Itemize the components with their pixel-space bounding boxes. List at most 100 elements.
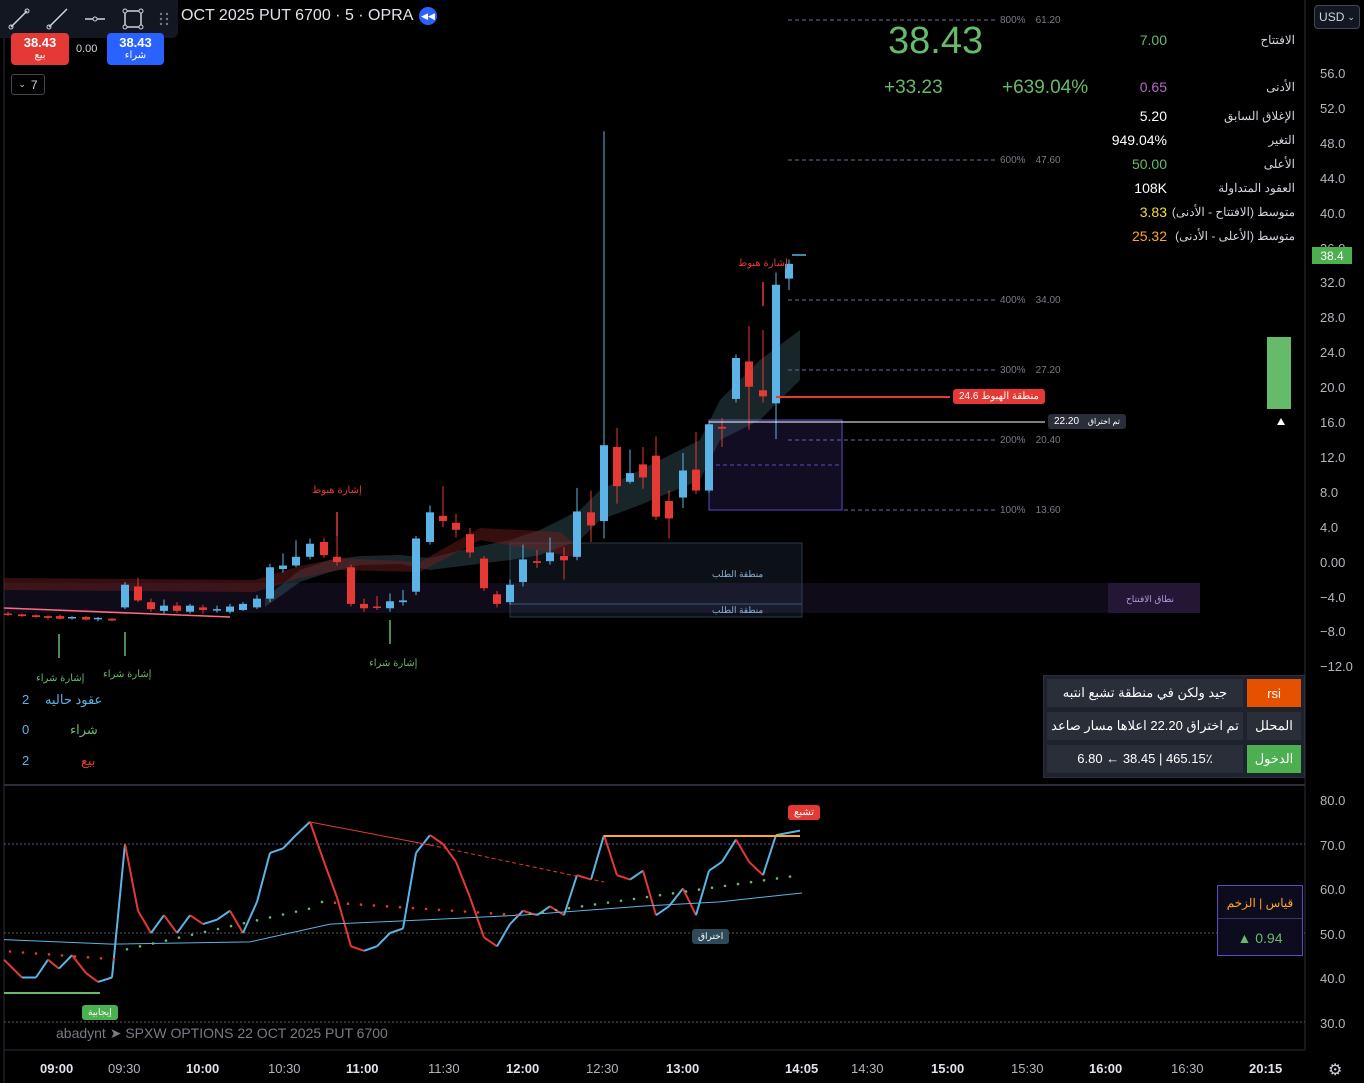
rsi-line	[282, 834, 297, 850]
rsi-line	[242, 901, 258, 934]
breakout-value: 22.20	[1054, 416, 1080, 427]
rsi-dot	[489, 911, 493, 915]
rsi-dot	[372, 904, 376, 907]
price-change: +33.23	[884, 77, 943, 98]
fib-pct: 300%	[1000, 365, 1026, 376]
analyst-label: المحلل	[1247, 712, 1301, 740]
sell-price: 38.43	[23, 35, 57, 50]
buy-label: شراء	[124, 50, 147, 61]
rsi-dot	[632, 897, 636, 901]
up-arrow-icon	[1277, 418, 1285, 425]
rsi-line	[376, 932, 391, 948]
quote-label: الافتتاح	[1260, 33, 1295, 47]
open-contracts-value: 2	[22, 692, 30, 707]
rsi-line	[336, 897, 352, 947]
price-tick: 8.0	[1320, 484, 1339, 500]
fib-pct: 200%	[1000, 435, 1026, 446]
fib-value: 20.40	[1035, 435, 1061, 446]
entry-label: الدخول	[1247, 745, 1301, 773]
last-price: 38.43	[888, 20, 984, 62]
candle-body	[480, 558, 488, 589]
rsi-dot	[242, 921, 246, 925]
time-tick: 20:15	[1249, 1061, 1283, 1076]
fib-pct: 800%	[1000, 15, 1026, 26]
rsi-dot	[619, 899, 623, 903]
rsi-dot	[502, 912, 506, 916]
rsi-line	[35, 959, 49, 979]
rewind-icon[interactable]: ◀◀	[419, 7, 437, 25]
rsi-dot	[684, 890, 688, 893]
horizontal-line-icon[interactable]	[76, 0, 114, 38]
rsi-line	[363, 945, 378, 952]
buy-button[interactable]: 38.43 شراء	[107, 33, 164, 65]
lot-selector[interactable]: ⌄ 7	[11, 74, 45, 95]
candle-body	[546, 552, 554, 562]
rsi-line	[429, 834, 444, 845]
rsi-line	[350, 945, 365, 952]
rsi-dot	[398, 905, 402, 909]
rsi-line	[509, 910, 524, 925]
rsi-dot	[593, 903, 597, 906]
rsi-dot	[281, 913, 285, 916]
candle-body	[360, 603, 368, 609]
candle-body	[373, 606, 381, 609]
rsi-line	[71, 954, 87, 974]
rsi-line	[603, 834, 618, 876]
rsi-dot	[476, 911, 480, 914]
candle-body	[732, 357, 740, 399]
rsi-tick: 70.0	[1320, 837, 1346, 853]
candle-body	[452, 522, 460, 530]
rsi-line	[295, 821, 311, 836]
price-tick: 20.0	[1320, 380, 1346, 396]
rsi-line	[563, 874, 578, 916]
time-tick: 14:30	[851, 1061, 884, 1076]
rsi-dot	[47, 953, 51, 956]
rsi-ma-line	[3, 892, 803, 945]
rsi-line	[256, 852, 271, 903]
rsi-dot	[749, 880, 753, 884]
candle-body	[82, 616, 90, 620]
rsi-tick: 80.0	[1320, 793, 1346, 808]
momentum-divider	[1218, 918, 1302, 919]
candle-body	[306, 543, 314, 557]
price-tick: 12.0	[1320, 449, 1346, 465]
candle-body	[292, 556, 300, 566]
rsi-line	[163, 914, 178, 934]
time-tick: 14:05	[785, 1061, 819, 1076]
rsi-dot	[86, 956, 90, 959]
quote-value: 108K	[1134, 180, 1167, 196]
symbol-title[interactable]: OCT 2025 PUT 6700 · 5 · OPRA	[181, 7, 413, 25]
rsi-dot	[112, 957, 116, 961]
rsi-line	[97, 976, 113, 983]
rsi-dot	[177, 936, 181, 939]
rsi-line	[442, 843, 457, 863]
gear-icon[interactable]: ⚙	[1328, 1060, 1342, 1080]
candle-body	[493, 594, 501, 604]
rsi-line	[642, 870, 657, 916]
currency-selector[interactable]: USD ⌄	[1314, 5, 1360, 29]
rsi-line	[695, 870, 710, 916]
time-tick: 16:00	[1089, 1061, 1123, 1076]
rsi-dot	[333, 901, 337, 905]
opening-range-label: نطاق الافتتاح	[1126, 594, 1175, 604]
sell-button[interactable]: 38.43 بيع	[11, 33, 69, 65]
candle-body	[506, 584, 514, 603]
price-tick: 0.00	[1320, 554, 1346, 570]
quote-value: 25.32	[1131, 228, 1167, 244]
rsi-text: جيد ولكن في منطقة تشبع انتبه	[1047, 679, 1243, 707]
price-tick: −12.0	[1320, 659, 1353, 675]
rsi-line	[111, 843, 126, 978]
rsi-line	[762, 834, 777, 876]
candle-body	[692, 469, 700, 491]
rsi-dot	[515, 913, 519, 917]
rsi-line	[735, 839, 750, 863]
rsi-line	[309, 821, 325, 863]
rsi-tick: 60.0	[1320, 882, 1346, 897]
analysis-table: جيد ولكن في منطقة تشبع انتبه rsi تم اختر…	[1043, 675, 1305, 778]
candle-body	[199, 607, 207, 611]
rsi-line	[483, 936, 498, 948]
price-tick: 24.0	[1320, 345, 1346, 361]
fib-level-label: 600% 47.60	[1000, 155, 1061, 166]
bear-zone-tag: منطقة الهبوط 24.6	[953, 389, 1045, 404]
rsi-line	[455, 861, 471, 898]
